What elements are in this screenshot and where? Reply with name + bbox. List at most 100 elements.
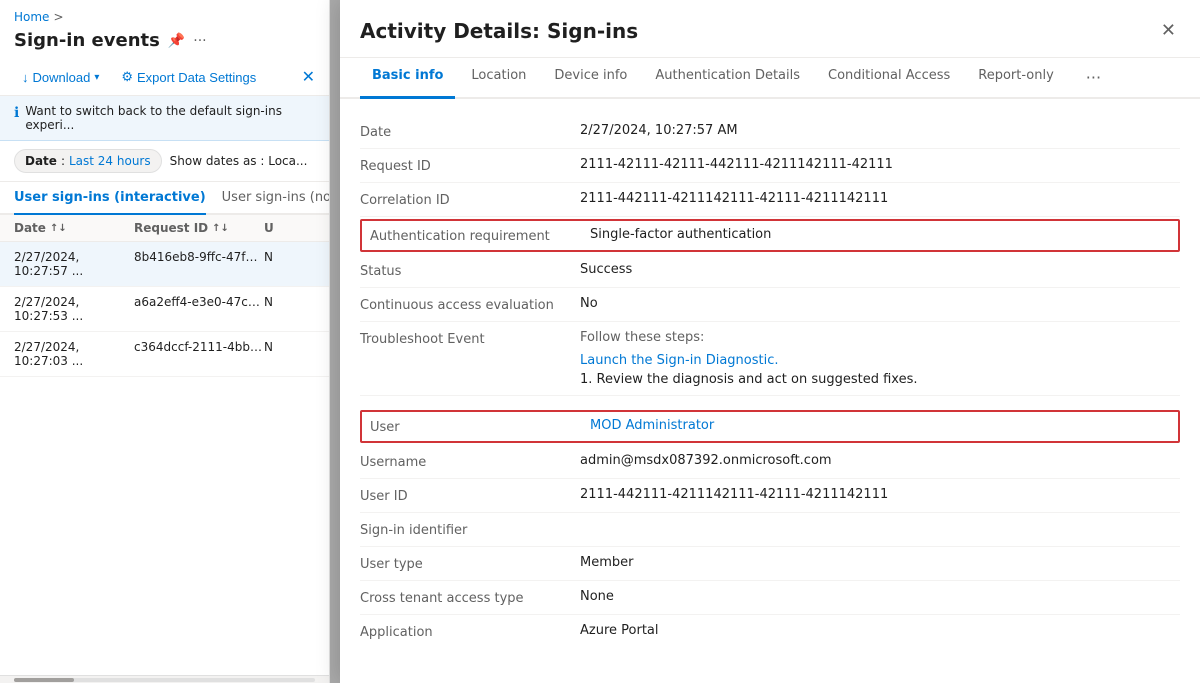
cell-date: 2/27/2024, 10:27:53 ... bbox=[14, 295, 134, 323]
field-user-label: User bbox=[370, 418, 590, 435]
field-cross-tenant-label: Cross tenant access type bbox=[360, 589, 580, 606]
field-signin-identifier: Sign-in identifier bbox=[360, 513, 1180, 547]
info-icon: ℹ bbox=[14, 105, 19, 121]
tab-conditional-access[interactable]: Conditional Access bbox=[816, 58, 962, 99]
cell-user: N bbox=[264, 295, 315, 323]
modal-title: Activity Details: Sign-ins bbox=[360, 19, 1157, 43]
cell-request: 8b416eb8-9ffc-47f4-... bbox=[134, 250, 264, 278]
modal-tabs: Basic info Location Device info Authenti… bbox=[340, 58, 1200, 99]
field-troubleshoot-value: Follow these steps: Launch the Sign-in D… bbox=[580, 330, 1180, 387]
breadcrumb: Home > bbox=[0, 0, 329, 28]
table-row[interactable]: 2/27/2024, 10:27:57 ... 8b416eb8-9ffc-47… bbox=[0, 242, 329, 287]
date-sort-icon[interactable]: ↑↓ bbox=[50, 223, 67, 234]
field-user: User MOD Administrator bbox=[360, 410, 1180, 443]
page-title: Sign-in events bbox=[14, 30, 160, 51]
field-signin-identifier-label: Sign-in identifier bbox=[360, 521, 580, 538]
activity-details-modal: Activity Details: Sign-ins ✕ Basic info … bbox=[340, 0, 1200, 683]
cell-request: c364dccf-2111-4bbd-... bbox=[134, 340, 264, 368]
field-correlation-id: Correlation ID 2111-442111-4211142111-42… bbox=[360, 183, 1180, 217]
col-request-label: Request ID bbox=[134, 221, 208, 235]
horizontal-scrollbar[interactable] bbox=[0, 675, 329, 683]
more-options-icon[interactable]: ··· bbox=[193, 33, 206, 49]
field-user-id: User ID 2111-442111-4211142111-42111-421… bbox=[360, 479, 1180, 513]
field-status-value: Success bbox=[580, 262, 1180, 277]
field-request-id-value: 2111-42111-42111-442111-4211142111-42111 bbox=[580, 157, 1180, 172]
field-auth-req-value: Single-factor authentication bbox=[590, 227, 1170, 242]
field-cross-tenant-value: None bbox=[580, 589, 1180, 604]
cell-request: a6a2eff4-e3e0-47ca-... bbox=[134, 295, 264, 323]
field-user-type-label: User type bbox=[360, 555, 580, 572]
cell-date: 2/27/2024, 10:27:57 ... bbox=[14, 250, 134, 278]
field-continuous-access-label: Continuous access evaluation bbox=[360, 296, 580, 313]
field-application-value: Azure Portal bbox=[580, 623, 1180, 638]
field-status-label: Status bbox=[360, 262, 580, 279]
table-row[interactable]: 2/27/2024, 10:27:03 ... c364dccf-2111-4b… bbox=[0, 332, 329, 377]
field-continuous-access-value: No bbox=[580, 296, 1180, 311]
tab-noninteractive-signins[interactable]: User sign-ins (non... bbox=[222, 182, 330, 215]
field-request-id-label: Request ID bbox=[360, 157, 580, 174]
field-troubleshoot: Troubleshoot Event Follow these steps: L… bbox=[360, 322, 1180, 396]
troubleshoot-step-text: 1. Review the diagnosis and act on sugge… bbox=[580, 372, 1180, 387]
field-user-id-value: 2111-442111-4211142111-42111-4211142111 bbox=[580, 487, 1180, 502]
info-banner: ℹ Want to switch back to the default sig… bbox=[0, 96, 329, 141]
breadcrumb-home[interactable]: Home bbox=[14, 10, 49, 24]
tab-location[interactable]: Location bbox=[459, 58, 538, 99]
table-row[interactable]: 2/27/2024, 10:27:53 ... a6a2eff4-e3e0-47… bbox=[0, 287, 329, 332]
troubleshoot-follow-text: Follow these steps: bbox=[580, 330, 1180, 345]
download-button[interactable]: ↓ Download ▾ bbox=[14, 66, 107, 89]
breadcrumb-separator: > bbox=[53, 10, 63, 24]
cell-user: N bbox=[264, 250, 315, 278]
field-continuous-access: Continuous access evaluation No bbox=[360, 288, 1180, 322]
field-correlation-id-value: 2111-442111-4211142111-42111-4211142111 bbox=[580, 191, 1180, 206]
field-user-id-label: User ID bbox=[360, 487, 580, 504]
field-username-value: admin@msdx087392.onmicrosoft.com bbox=[580, 453, 1180, 468]
field-troubleshoot-label: Troubleshoot Event bbox=[360, 330, 580, 347]
toolbar: ↓ Download ▾ ⚙ Export Data Settings ✕ bbox=[0, 59, 329, 96]
tab-report-only[interactable]: Report-only bbox=[966, 58, 1066, 99]
pin-icon[interactable]: 📌 bbox=[168, 33, 185, 49]
left-tabs: User sign-ins (interactive) User sign-in… bbox=[0, 182, 329, 215]
modal-close-button[interactable]: ✕ bbox=[1157, 16, 1180, 45]
date-filter-value: Last 24 hours bbox=[69, 154, 151, 168]
field-application: Application Azure Portal bbox=[360, 615, 1180, 648]
field-user-type: User type Member bbox=[360, 547, 1180, 581]
field-request-id: Request ID 2111-42111-42111-442111-42111… bbox=[360, 149, 1180, 183]
tab-basic-info[interactable]: Basic info bbox=[360, 58, 455, 99]
show-dates-label: Show dates as : Loca... bbox=[170, 154, 308, 168]
field-correlation-id-label: Correlation ID bbox=[360, 191, 580, 208]
modal-body: Date 2/27/2024, 10:27:57 AM Request ID 2… bbox=[340, 99, 1200, 683]
field-status: Status Success bbox=[360, 254, 1180, 288]
field-username: Username admin@msdx087392.onmicrosoft.co… bbox=[360, 445, 1180, 479]
field-auth-req-label: Authentication requirement bbox=[370, 227, 590, 244]
field-user-value[interactable]: MOD Administrator bbox=[590, 418, 1170, 433]
tab-device-info[interactable]: Device info bbox=[542, 58, 639, 99]
col-user-label: U bbox=[264, 221, 274, 235]
field-date: Date 2/27/2024, 10:27:57 AM bbox=[360, 115, 1180, 149]
field-username-label: Username bbox=[360, 453, 580, 470]
modal-overlay: Activity Details: Sign-ins ✕ Basic info … bbox=[330, 0, 1200, 683]
date-filter-label: Date bbox=[25, 154, 57, 168]
field-application-label: Application bbox=[360, 623, 580, 640]
filter-row: Date : Last 24 hours Show dates as : Loc… bbox=[0, 141, 329, 182]
left-panel: Home > Sign-in events 📌 ··· ↓ Download ▾… bbox=[0, 0, 330, 683]
field-user-type-value: Member bbox=[580, 555, 1180, 570]
field-date-label: Date bbox=[360, 123, 580, 140]
tab-authentication-details[interactable]: Authentication Details bbox=[643, 58, 812, 99]
field-date-value: 2/27/2024, 10:27:57 AM bbox=[580, 123, 1180, 138]
request-sort-icon[interactable]: ↑↓ bbox=[212, 223, 229, 234]
download-icon: ↓ bbox=[22, 70, 29, 85]
download-chevron-icon: ▾ bbox=[94, 72, 99, 83]
table-header: Date ↑↓ Request ID ↑↓ U bbox=[0, 215, 329, 242]
toolbar-close-button[interactable]: ✕ bbox=[302, 67, 315, 87]
troubleshoot-launch-link[interactable]: Launch the Sign-in Diagnostic. bbox=[580, 353, 1180, 368]
tab-interactive-signins[interactable]: User sign-ins (interactive) bbox=[14, 182, 206, 215]
export-data-settings-button[interactable]: ⚙ Export Data Settings bbox=[113, 65, 264, 89]
cell-user: N bbox=[264, 340, 315, 368]
modal-tabs-more-icon[interactable]: ··· bbox=[1078, 58, 1109, 97]
date-filter-chip[interactable]: Date : Last 24 hours bbox=[14, 149, 162, 173]
field-cross-tenant: Cross tenant access type None bbox=[360, 581, 1180, 615]
col-date-label: Date bbox=[14, 221, 46, 235]
table-body: 2/27/2024, 10:27:57 ... 8b416eb8-9ffc-47… bbox=[0, 242, 329, 675]
modal-header: Activity Details: Sign-ins ✕ bbox=[340, 0, 1200, 58]
settings-icon: ⚙ bbox=[121, 69, 133, 85]
